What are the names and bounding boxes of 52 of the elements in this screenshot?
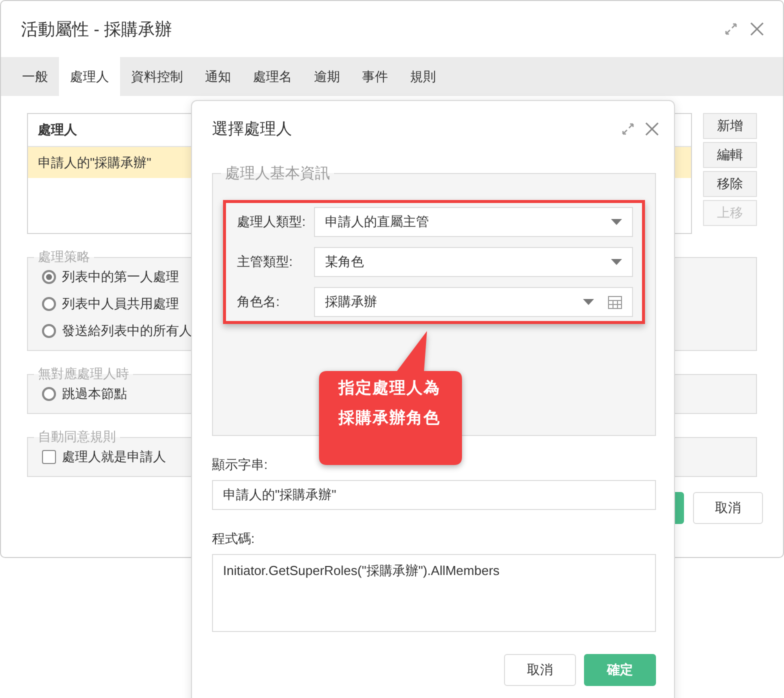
field-label: 顯示字串:: [212, 456, 269, 474]
field-label: 程式碼:: [212, 530, 256, 548]
caret-icon: [583, 299, 594, 305]
expand-icon: [621, 122, 635, 136]
expand-icon: [724, 22, 738, 36]
field-label: 主管類型:: [237, 253, 294, 271]
side-button[interactable]: 移除: [703, 171, 757, 197]
side-button[interactable]: 新增: [703, 113, 757, 139]
code-field[interactable]: Initiator.GetSuperRoles("採購承辦").AllMembers: [212, 554, 656, 632]
radio-button[interactable]: [42, 297, 56, 311]
group-title: 處理人基本資訊: [224, 164, 331, 183]
group-title: 處理策略: [37, 248, 91, 266]
dialog-title: 選擇處理人: [212, 120, 293, 140]
radio-button[interactable]: [42, 324, 56, 338]
select-field[interactable]: 採購承辦: [314, 287, 633, 317]
group-title: 自動同意規則: [37, 428, 117, 446]
option-label: 列表中人員共用處理: [62, 295, 179, 313]
tab[interactable]: 事件: [351, 57, 399, 96]
close-button[interactable]: [749, 21, 765, 37]
grid-icon: [608, 296, 622, 308]
tab[interactable]: 通知: [194, 57, 242, 96]
callout-text: 指定處理人為 採購承辦角色: [337, 378, 442, 429]
tab[interactable]: 處理人: [59, 57, 120, 96]
caret-icon: [611, 219, 622, 225]
checkbox[interactable]: [42, 450, 56, 464]
close-icon: [645, 122, 659, 136]
field-label: 處理人類型:: [237, 213, 307, 231]
maximize-button[interactable]: [723, 21, 739, 37]
window-title: 活動屬性 - 採購承辦: [21, 18, 174, 40]
tab[interactable]: 資料控制: [120, 57, 194, 96]
caret-icon: [611, 259, 622, 265]
option-label: 列表中的第一人處理: [62, 268, 179, 286]
cancel-button[interactable]: 取消: [693, 492, 763, 524]
close-button[interactable]: [644, 121, 660, 137]
option-label: 處理人就是申請人: [62, 448, 166, 466]
group-title: 無對應處理人時: [37, 365, 130, 383]
close-icon: [750, 22, 764, 36]
side-button[interactable]: 編輯: [703, 142, 757, 168]
tab[interactable]: 一般: [11, 57, 59, 96]
tab[interactable]: 規則: [399, 57, 447, 96]
option-label: 發送給列表中的所有人: [62, 322, 192, 340]
tab[interactable]: 處理名: [242, 57, 303, 96]
cancel-button[interactable]: 取消: [504, 654, 576, 686]
field-label: 角色名:: [237, 293, 281, 311]
radio-button[interactable]: [42, 270, 56, 284]
display-string-field[interactable]: 申請人的"採購承辦": [212, 480, 656, 510]
select-field[interactable]: 申請人的直屬主管: [314, 207, 633, 237]
maximize-button[interactable]: [620, 121, 636, 137]
select-field[interactable]: 某角色: [314, 247, 633, 277]
tab[interactable]: 逾期: [303, 57, 351, 96]
option-label: 跳過本節點: [62, 385, 127, 403]
radio-button[interactable]: [42, 387, 56, 401]
